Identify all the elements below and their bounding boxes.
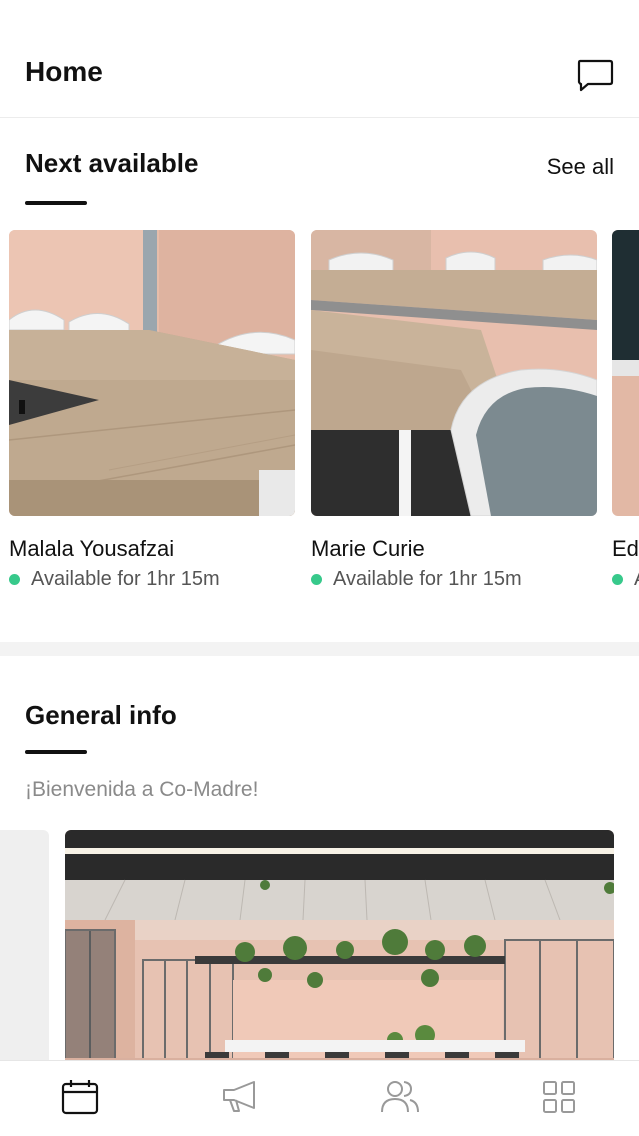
room-status: A (612, 568, 639, 590)
available-dot-icon (311, 574, 322, 585)
tab-more[interactable] (539, 1079, 579, 1119)
general-info-section: General info ¡Bienvenida a Co-Madre! (0, 656, 639, 1060)
room-card-malala[interactable]: Malala Yousafzai Available for 1hr 15m (9, 230, 295, 590)
general-info-title: General info (25, 700, 177, 730)
grid-icon (540, 1078, 578, 1121)
room-status: Available for 1hr 15m (9, 568, 220, 591)
next-available-title: Next available (25, 148, 199, 178)
room-photo (311, 230, 597, 516)
room-status-text: Available for 1hr 15m (333, 568, 522, 590)
section-divider (0, 642, 639, 656)
title-underline (25, 201, 87, 205)
available-dot-icon (612, 574, 623, 585)
room-name: Marie Curie (311, 536, 425, 561)
available-dot-icon (9, 574, 20, 585)
title-underline (25, 750, 87, 754)
bottom-tab-bar (0, 1060, 639, 1136)
calendar-icon (61, 1078, 99, 1121)
info-card-previous[interactable] (0, 830, 49, 1060)
megaphone-icon (220, 1078, 260, 1121)
top-bar: Home (0, 0, 639, 118)
room-photo (612, 230, 639, 516)
chat-bubble-icon[interactable] (576, 58, 614, 94)
info-card-photo[interactable] (65, 830, 614, 1060)
welcome-text: ¡Bienvenida a Co-Madre! (25, 778, 259, 801)
see-all-link[interactable]: See all (547, 154, 614, 180)
room-status-text: A (634, 568, 639, 590)
tab-announcements[interactable] (220, 1079, 260, 1119)
room-status-text: Available for 1hr 15m (31, 568, 220, 590)
room-status: Available for 1hr 15m (311, 568, 522, 591)
room-name: Ed (612, 536, 639, 561)
page-title: Home (25, 56, 103, 87)
room-name: Malala Yousafzai (9, 536, 175, 561)
room-card-partial[interactable]: Ed A (612, 230, 639, 590)
tab-calendar[interactable] (60, 1079, 100, 1119)
people-icon (380, 1078, 420, 1121)
tab-people[interactable] (380, 1079, 420, 1119)
room-card-marie[interactable]: Marie Curie Available for 1hr 15m (311, 230, 597, 590)
room-photo (9, 230, 295, 516)
next-available-section: Next available See all Malala Yousafzai … (0, 118, 639, 642)
